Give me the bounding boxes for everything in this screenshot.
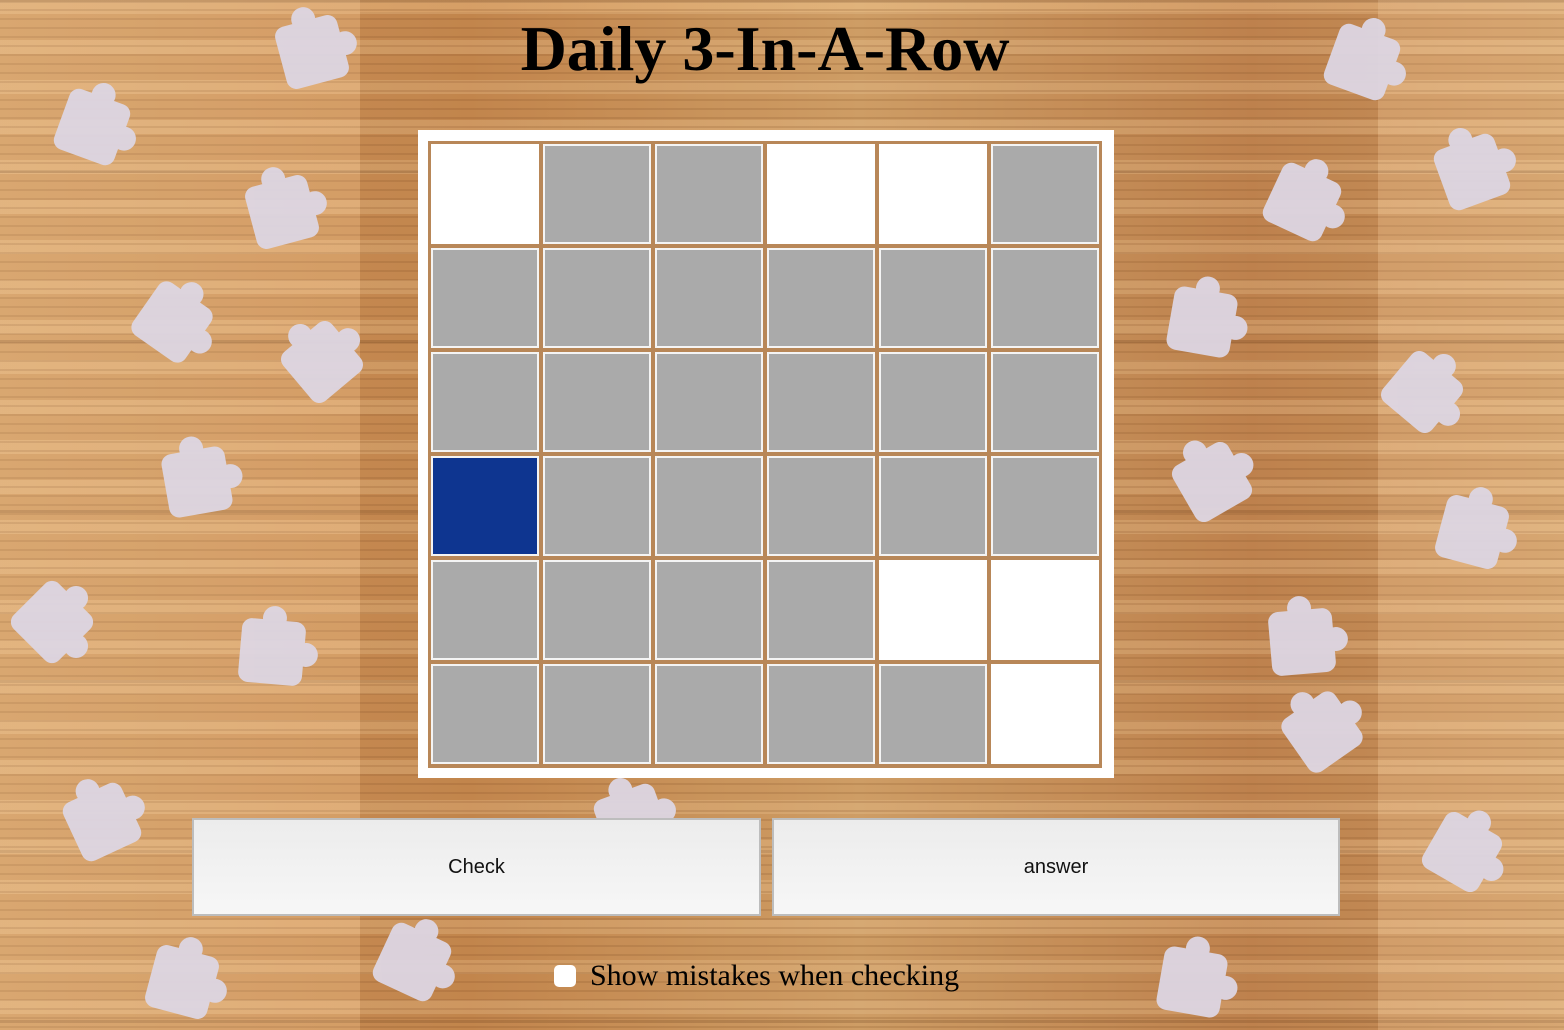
- board-cell[interactable]: [991, 352, 1099, 452]
- puzzle-piece-icon: [159, 444, 235, 520]
- board-cell[interactable]: [431, 456, 539, 556]
- board-cell[interactable]: [767, 664, 875, 764]
- board-cell[interactable]: [991, 144, 1099, 244]
- board-cell[interactable]: [543, 560, 651, 660]
- board-cell[interactable]: [655, 248, 763, 348]
- board-cell[interactable]: [655, 144, 763, 244]
- board-cell[interactable]: [543, 664, 651, 764]
- board-cell[interactable]: [767, 144, 875, 244]
- board-cell[interactable]: [767, 248, 875, 348]
- board-cell[interactable]: [991, 664, 1099, 764]
- show-mistakes-label[interactable]: Show mistakes when checking: [590, 959, 959, 993]
- board-cell[interactable]: [655, 664, 763, 764]
- board-cell[interactable]: [543, 352, 651, 452]
- board-cell[interactable]: [431, 664, 539, 764]
- check-button[interactable]: Check: [192, 818, 761, 916]
- puzzle-piece-icon: [1154, 944, 1230, 1020]
- puzzle-piece-icon: [1164, 284, 1240, 360]
- board-cell[interactable]: [655, 352, 763, 452]
- show-mistakes-checkbox[interactable]: [554, 965, 576, 987]
- board-cell[interactable]: [543, 248, 651, 348]
- board-cell[interactable]: [879, 456, 987, 556]
- board-cell[interactable]: [655, 560, 763, 660]
- board-cell[interactable]: [767, 456, 875, 556]
- board-cell[interactable]: [879, 560, 987, 660]
- puzzle-piece-icon: [237, 617, 307, 687]
- board-cell[interactable]: [879, 352, 987, 452]
- game-board: [428, 141, 1102, 768]
- page-title: Daily 3-In-A-Row: [520, 13, 1010, 84]
- board-cell[interactable]: [879, 248, 987, 348]
- board-cell[interactable]: [431, 352, 539, 452]
- board-cell[interactable]: [879, 144, 987, 244]
- show-mistakes-option[interactable]: Show mistakes when checking: [554, 956, 959, 996]
- answer-button[interactable]: answer: [772, 818, 1340, 916]
- board-cell[interactable]: [767, 560, 875, 660]
- board-cell[interactable]: [431, 144, 539, 244]
- board-cell[interactable]: [543, 144, 651, 244]
- board-cell[interactable]: [655, 456, 763, 556]
- board-cell[interactable]: [991, 248, 1099, 348]
- board-cell[interactable]: [431, 248, 539, 348]
- board-cell[interactable]: [991, 456, 1099, 556]
- board-cell[interactable]: [767, 352, 875, 452]
- puzzle-piece-icon: [1267, 607, 1337, 677]
- board-cell[interactable]: [431, 560, 539, 660]
- board-cell[interactable]: [543, 456, 651, 556]
- board-cell[interactable]: [879, 664, 987, 764]
- board-cell[interactable]: [991, 560, 1099, 660]
